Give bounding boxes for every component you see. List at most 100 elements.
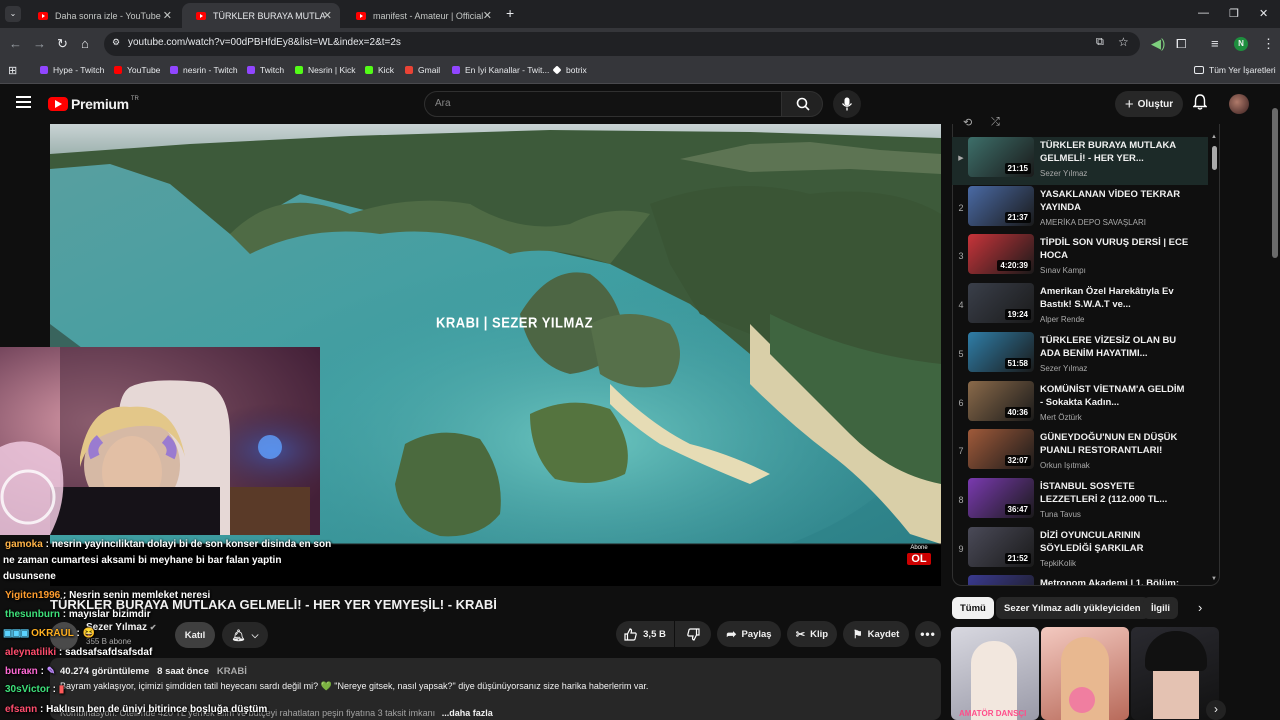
bookmark-gmail[interactable]: Gmail xyxy=(405,65,440,75)
forward-icon[interactable]: → xyxy=(33,36,46,51)
playlist-item[interactable]: 9 21:52 DİZİ OYUNCULARININ SÖYLEDİĞİ ŞARKI… xyxy=(956,526,1211,574)
playlist-item-channel: Tuna Tavus xyxy=(1040,509,1081,519)
voice-search-button[interactable] xyxy=(833,90,861,118)
search-button[interactable] xyxy=(781,91,823,117)
close-tab-icon[interactable]: ✕ xyxy=(163,9,172,22)
reading-list-icon[interactable]: ≡ xyxy=(1211,36,1219,51)
emote-icon: ✎ xyxy=(46,666,56,677)
chat-message: 30sVictor : ▮ xyxy=(5,684,65,695)
bookmark-star-icon[interactable]: ☆ xyxy=(1118,35,1129,49)
thumbnail-hair xyxy=(1145,631,1207,671)
playlist-index: 7 xyxy=(958,446,964,457)
reload-icon[interactable]: ↻ xyxy=(57,36,68,52)
chat-message-continued: dusunsene xyxy=(3,569,56,585)
playlist-thumbnail: 21:52 xyxy=(968,526,1034,567)
home-icon[interactable]: ⌂ xyxy=(81,36,89,51)
browser-tab-watch-later[interactable]: Daha sonra izle - YouTube ✕ xyxy=(24,3,180,28)
subscribed-notifications-button[interactable]: 🔔︎ ⌵ xyxy=(222,622,268,648)
back-icon[interactable]: ← xyxy=(9,36,22,51)
close-tab-icon[interactable]: ✕ xyxy=(483,9,492,22)
playlist-item[interactable]: Metronom Akademi | 1. Bölüm: xyxy=(956,575,1211,586)
playlist-item[interactable]: 4 19:24 Amerikan Özel Harekâtıyla Ev Bastı… xyxy=(956,283,1211,330)
guide-menu-icon[interactable] xyxy=(16,96,31,108)
playlist-item[interactable]: 5 51:58 TÜRKLERE VİZESİZ OLAN BU ADA BENİM… xyxy=(956,331,1211,379)
bookmark-label: Twitch xyxy=(260,65,285,75)
bookmark-twitch[interactable]: Twitch xyxy=(247,65,284,75)
bookmark-label: nesrin - Twitch xyxy=(183,65,238,75)
close-tab-icon[interactable]: ✕ xyxy=(323,9,332,22)
search-input[interactable]: Ara xyxy=(424,91,782,117)
tab-search-icon[interactable]: ⌄ xyxy=(5,6,21,22)
youtube-premium-logo[interactable]: Premium TR xyxy=(48,96,139,112)
close-window-icon[interactable]: ✕ xyxy=(1259,7,1268,20)
bookmark-botrix[interactable]: botrix xyxy=(552,65,587,75)
all-bookmarks-folder[interactable]: Tüm Yer İşaretleri xyxy=(1194,65,1276,75)
playlist-item-title: TÜRKLERE VİZESİZ OLAN BU ADA BENİM HAYAT… xyxy=(1040,334,1177,359)
extensions-icon[interactable]: ⧠ xyxy=(1176,36,1186,52)
bookmark-youtube[interactable]: YouTube xyxy=(114,65,160,75)
save-button[interactable]: ⚑ Kaydet xyxy=(843,621,909,647)
playlist-item[interactable]: 3 4:20:39 TİPDİL SON VURUŞ DERSİ | ECE HOC… xyxy=(956,234,1211,281)
youtube-logo-icon xyxy=(48,97,68,111)
bookmark-nesrin-kick[interactable]: Nesrin | Kick xyxy=(295,65,356,75)
page-scrollbar[interactable] xyxy=(1272,108,1278,258)
loop-icon[interactable]: ⟲ xyxy=(963,116,972,129)
notifications-bell-icon[interactable] xyxy=(1193,94,1207,110)
restore-window-icon[interactable]: ❐ xyxy=(1229,7,1239,20)
create-button[interactable]: + Oluştur xyxy=(1115,91,1183,117)
chip-related[interactable]: İlgili xyxy=(1143,597,1178,619)
duration-badge: 21:15 xyxy=(1004,163,1031,174)
browser-tab-current-video[interactable]: TÜRKLER BURAYA MUTLAKA G ✕ xyxy=(182,3,340,28)
scroll-up-icon[interactable]: ▲ xyxy=(1211,134,1217,140)
dislike-button[interactable] xyxy=(675,621,711,647)
install-app-icon[interactable]: ⧉ xyxy=(1096,36,1104,49)
playlist-item[interactable]: ▶ 21:15 TÜRKLER BURAYA MUTLAKA GELMELİ! - … xyxy=(956,137,1211,184)
address-bar[interactable]: ⚙ youtube.com/watch?v=00dPBHfdEy8&list=W… xyxy=(104,32,1140,56)
recommendations-next-button[interactable]: › xyxy=(1206,700,1226,720)
chip-label: Tümü xyxy=(960,602,986,614)
clip-button[interactable]: ✂ Klip xyxy=(787,621,837,647)
chat-text: 😆 xyxy=(82,628,96,639)
media-audio-icon[interactable]: ◀) xyxy=(1151,36,1165,52)
browser-tab-manifest[interactable]: manifest - Amateur | Official M ✕ xyxy=(342,3,500,28)
site-info-icon[interactable]: ⚙ xyxy=(112,37,120,48)
scroll-down-icon[interactable]: ▼ xyxy=(1211,576,1217,582)
country-code: TR xyxy=(130,96,139,102)
playlist-item[interactable]: 7 32:07 GÜNEYDOĞU'NUN EN DÜŞÜK PUANLI REST… xyxy=(956,429,1211,476)
recommendation-thumbnail[interactable]: AMATÖR DANSÇI xyxy=(951,627,1039,720)
show-more-link[interactable]: ...daha fazla xyxy=(442,708,493,718)
bookmark-en-iyi-kanallar[interactable]: En İyi Kanallar - Twit... xyxy=(452,65,549,75)
new-tab-icon[interactable]: + xyxy=(506,5,514,21)
share-button[interactable]: ➦ Paylaş xyxy=(717,621,781,647)
shuffle-icon[interactable]: ⤮ xyxy=(991,116,1000,129)
bookmark-kick[interactable]: Kick xyxy=(365,65,394,75)
join-button[interactable]: Katıl xyxy=(175,622,215,648)
bookmark-label: botrix xyxy=(566,65,587,75)
chips-next-icon[interactable]: › xyxy=(1198,600,1202,615)
video-tag[interactable]: KRABİ xyxy=(217,666,247,677)
chip-all[interactable]: Tümü xyxy=(952,597,994,619)
playlist-index: 3 xyxy=(958,251,964,262)
browser-menu-icon[interactable]: ⋮ xyxy=(1262,36,1275,52)
more-actions-button[interactable]: ••• xyxy=(915,621,941,647)
bookmark-hype-twitch[interactable]: Hype - Twitch xyxy=(40,65,104,75)
playlist-scrollbar[interactable] xyxy=(1212,146,1217,170)
playlist-item[interactable]: 8 36:47 İSTANBUL SOSYETE LEZZETLERİ 2 (112… xyxy=(956,477,1211,525)
channel-name[interactable]: Sezer Yılmaz ✔ xyxy=(86,622,156,633)
chat-text: Haklısın ben de üniyi bitirince boşluğa … xyxy=(46,704,268,715)
recommendation-thumbnail[interactable] xyxy=(1041,627,1129,720)
more-horizontal-icon: ••• xyxy=(920,627,936,641)
account-avatar[interactable] xyxy=(1229,94,1249,114)
playlist-item[interactable]: 2 21:37 YASAKLANAN VİDEO TEKRAR YAYINDA AME… xyxy=(956,185,1211,233)
playlist-item-channel: AMERİKA DEPO SAVAŞLARI xyxy=(1040,217,1146,227)
apps-grid-icon[interactable]: ⊞ xyxy=(8,64,17,77)
bookmark-nesrin-twitch[interactable]: nesrin - Twitch xyxy=(170,65,238,75)
youtube-favicon-icon xyxy=(356,11,366,20)
like-button[interactable]: 3,5 B xyxy=(616,621,674,647)
chip-from-uploader[interactable]: Sezer Yılmaz adlı yükleyiciden xyxy=(996,597,1149,619)
minimize-window-icon[interactable]: — xyxy=(1198,7,1209,19)
playlist-item[interactable]: 6 40:36 KOMÜNİST VİETNAM'A GELDİM - Sokakt… xyxy=(956,380,1211,428)
playlist-item-title: İSTANBUL SOSYETE LEZZETLERİ 2 (112.000 T… xyxy=(1040,480,1168,505)
subscribe-watermark[interactable]: Abone OL xyxy=(907,544,931,568)
profile-avatar[interactable]: N xyxy=(1234,37,1248,51)
